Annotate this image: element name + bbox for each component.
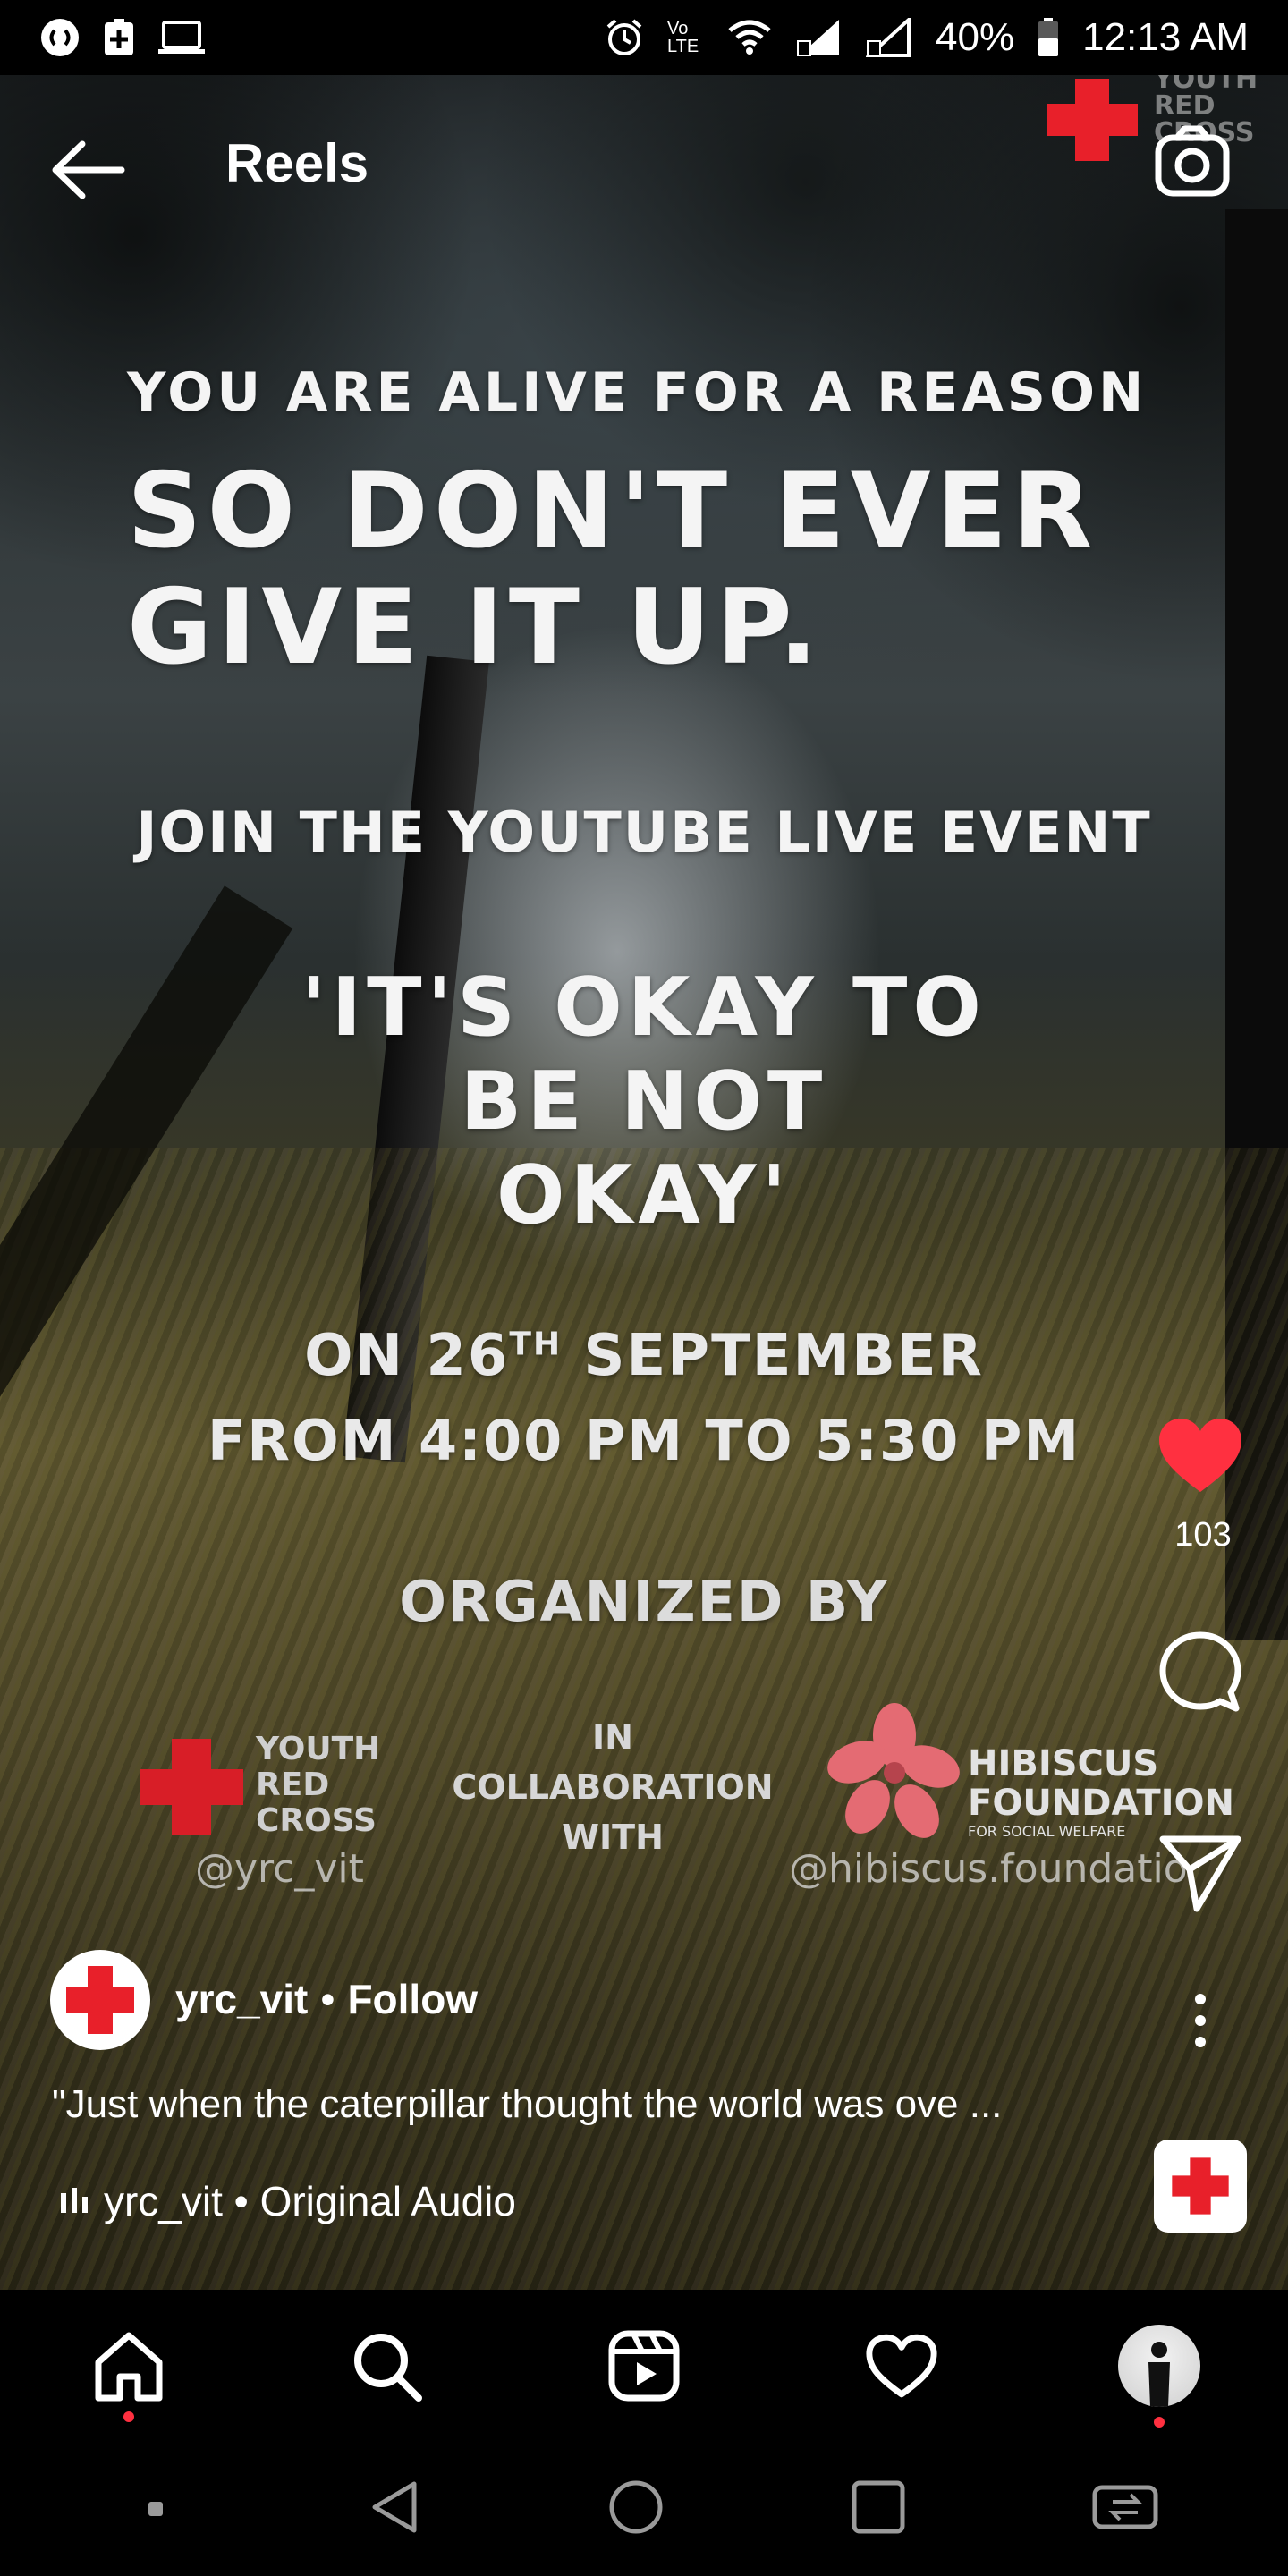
org1-line: YOUTH [256, 1731, 381, 1767]
hibiscus-flower-logo [827, 1703, 960, 1838]
org1-line: CROSS [256, 1802, 377, 1839]
audio-bars-icon [61, 2188, 88, 2213]
watermark-red-cross-logo [1046, 79, 1138, 161]
alarm-icon [605, 18, 644, 57]
org1-name: YOUTH RED CROSS [256, 1732, 380, 1839]
watermark-line: RED [1154, 90, 1216, 122]
org2-line: FOUNDATION [968, 1783, 1234, 1824]
more-options-button[interactable] [1182, 1991, 1218, 2050]
event-time: FROM 4:00 PM TO 5:30 PM [207, 1408, 1081, 1473]
reels-icon [608, 2330, 680, 2402]
red-cross-icon [1172, 2157, 1229, 2215]
nav-activity[interactable] [852, 2317, 951, 2415]
status-bar: Vo LTE 40% 12:13 AM [0, 0, 1288, 75]
system-back-button[interactable] [368, 2479, 421, 2539]
join-event-text: JOIN THE YOUTUBE LIVE EVENT [136, 800, 1152, 865]
back-arrow-icon [52, 140, 125, 199]
red-cross-icon [66, 1966, 134, 2034]
signal-sim2-icon [866, 18, 912, 57]
organized-by: ORGANIZED BY [399, 1569, 889, 1634]
battery-icon [1038, 18, 1059, 57]
like-button[interactable] [1156, 1415, 1245, 1496]
heart-filled-icon [1159, 1419, 1241, 1492]
collab-line: COLLABORATION [452, 1767, 774, 1807]
medical-app-icon [104, 19, 134, 56]
system-nav-bar [0, 2442, 1288, 2576]
event-title-line: 'IT'S OKAY TO [301, 961, 987, 1055]
square-recents-icon [852, 2480, 905, 2534]
volte-label: Vo LTE [667, 19, 699, 56]
org1-line: RED [256, 1767, 330, 1803]
comment-icon [1159, 1631, 1241, 1712]
org2-name: HIBISCUS FOUNDATION FOR SOCIAL WELFARE [968, 1744, 1234, 1841]
notification-dot [1154, 2417, 1165, 2428]
collab-line: IN [592, 1717, 633, 1757]
battery-percent: 40% [936, 15, 1015, 59]
person-silhouette-icon [1148, 2342, 1170, 2407]
search-icon [354, 2334, 422, 2402]
event-date: ON 26TH SEPTEMBER [0, 1323, 1288, 1389]
wifi-icon [726, 20, 773, 55]
home-icon [95, 2332, 163, 2402]
small-square-icon [148, 2502, 163, 2516]
clock: 12:13 AM [1082, 15, 1249, 59]
send-icon [1159, 1835, 1241, 1912]
laptop-icon [157, 20, 206, 55]
event-title-line: BE NOT [460, 1055, 828, 1148]
system-switch-button[interactable] [1091, 2482, 1159, 2536]
youth-red-cross-logo [140, 1739, 243, 1835]
nav-profile[interactable] [1110, 2317, 1208, 2428]
nav-search[interactable] [337, 2317, 436, 2415]
nav-home[interactable] [80, 2317, 178, 2422]
system-recents-button[interactable] [851, 2479, 906, 2538]
separator-dot: • [320, 1976, 335, 2022]
heart-outline-icon [866, 2334, 937, 2398]
camera-button[interactable] [1154, 125, 1234, 197]
author-row: yrc_vit • Follow [175, 1975, 478, 2023]
nav-reels[interactable] [595, 2317, 693, 2415]
bottom-nav [0, 2290, 1288, 2442]
comment-button[interactable] [1157, 1630, 1243, 1716]
like-count: 103 [1174, 1516, 1232, 1554]
org2-handle: @hibiscus.foundatio [789, 1846, 1188, 1892]
post-caption[interactable]: "Just when the caterpillar thought the w… [52, 2082, 1125, 2127]
system-home-button[interactable] [607, 2479, 665, 2539]
date-on: ON [304, 1323, 405, 1389]
event-title-line: OKAY' [496, 1148, 792, 1242]
tagline-big-2: GIVE IT UP. [127, 567, 824, 688]
page-title: Reels [225, 133, 369, 193]
collab-line: WITH [562, 1818, 664, 1857]
collab-text: IN COLLABORATION WITH [438, 1712, 787, 1862]
reel-video[interactable]: YOUTH RED CROSS YOU ARE ALIVE FOR A REAS… [0, 75, 1288, 2290]
org2-line: HIBISCUS [968, 1743, 1159, 1784]
switch-apps-icon [1092, 2485, 1158, 2529]
triangle-back-icon [372, 2481, 417, 2533]
circle-home-icon [609, 2480, 663, 2534]
org1-handle: @yrc_vit [195, 1846, 364, 1892]
follow-button[interactable]: Follow [347, 1975, 478, 2023]
signal-sim1-icon [796, 18, 843, 57]
tagline-small: YOU ARE ALIVE FOR A REASON [127, 361, 1148, 424]
profile-avatar [1118, 2325, 1200, 2407]
share-button[interactable] [1157, 1830, 1243, 1916]
date-day: 26 [426, 1323, 510, 1389]
tagline-big-1: SO DON'T EVER [127, 451, 1098, 572]
more-vertical-icon [1195, 1994, 1206, 2047]
author-username[interactable]: yrc_vit [175, 1975, 308, 2023]
shazam-icon [39, 17, 80, 58]
system-dot-button[interactable] [129, 2501, 182, 2517]
date-suffix: TH [509, 1326, 563, 1363]
camera-icon [1155, 125, 1230, 197]
date-month: SEPTEMBER [583, 1323, 984, 1389]
audio-thumbnail[interactable] [1154, 2140, 1247, 2233]
author-avatar[interactable] [50, 1950, 150, 2050]
audio-label: yrc_vit • Original Audio [104, 2178, 516, 2224]
notification-dot [123, 2411, 134, 2422]
back-button[interactable] [50, 134, 131, 206]
audio-row[interactable]: yrc_vit • Original Audio [59, 2177, 516, 2225]
